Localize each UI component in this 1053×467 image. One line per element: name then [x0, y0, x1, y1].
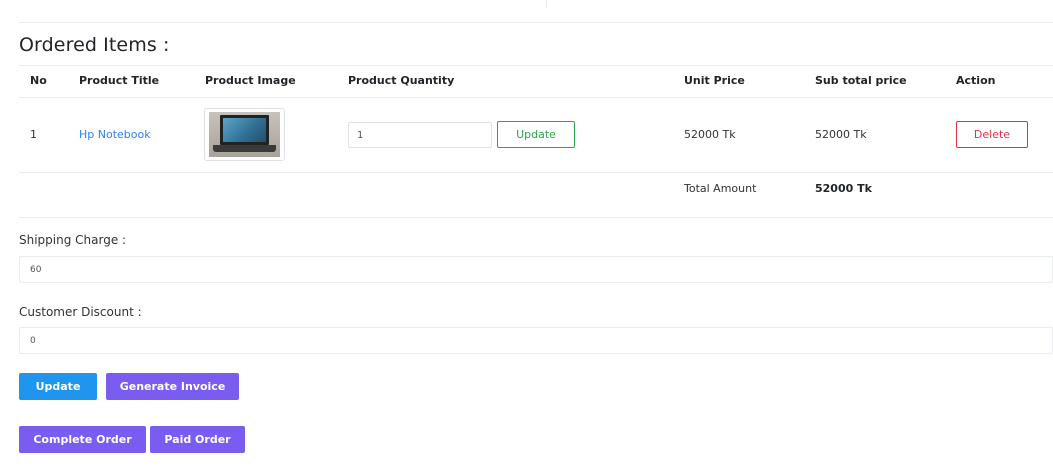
- row-number: 1: [30, 128, 37, 141]
- table-header-border: [19, 97, 1053, 98]
- update-button[interactable]: Update: [19, 373, 97, 400]
- product-thumbnail: [204, 108, 285, 161]
- complete-order-button[interactable]: Complete Order: [19, 426, 146, 453]
- customer-discount-input[interactable]: [19, 327, 1053, 354]
- divider: [19, 22, 1053, 23]
- unit-price: 52000 Tk: [684, 128, 736, 141]
- column-header-no: No: [30, 74, 47, 87]
- table-top-border: [19, 65, 1053, 66]
- generate-invoice-button[interactable]: Generate Invoice: [106, 373, 239, 400]
- total-amount-value: 52000 Tk: [815, 182, 872, 195]
- column-header-product-quantity: Product Quantity: [348, 74, 455, 87]
- laptop-image: [209, 112, 280, 157]
- paid-order-button[interactable]: Paid Order: [150, 426, 245, 453]
- quantity-input[interactable]: [348, 122, 492, 148]
- column-header-sub-total-price: Sub total price: [815, 74, 907, 87]
- update-quantity-button[interactable]: Update: [497, 121, 575, 148]
- shipping-charge-input[interactable]: [19, 256, 1053, 283]
- section-title: Ordered Items :: [19, 34, 170, 56]
- row-border: [19, 172, 1053, 173]
- column-header-product-image: Product Image: [205, 74, 296, 87]
- divider: [19, 217, 1053, 218]
- divider: [546, 0, 547, 8]
- sub-total-price: 52000 Tk: [815, 128, 867, 141]
- customer-discount-label: Customer Discount :: [19, 305, 142, 319]
- column-header-action: Action: [956, 74, 996, 87]
- column-header-unit-price: Unit Price: [684, 74, 745, 87]
- total-amount-label: Total Amount: [684, 182, 757, 195]
- delete-item-button[interactable]: Delete: [956, 121, 1028, 148]
- shipping-charge-label: Shipping Charge :: [19, 233, 127, 247]
- product-title-link[interactable]: Hp Notebook: [79, 128, 151, 141]
- column-header-product-title: Product Title: [79, 74, 160, 87]
- order-details-page: Ordered Items : No Product Title Product…: [0, 0, 1053, 467]
